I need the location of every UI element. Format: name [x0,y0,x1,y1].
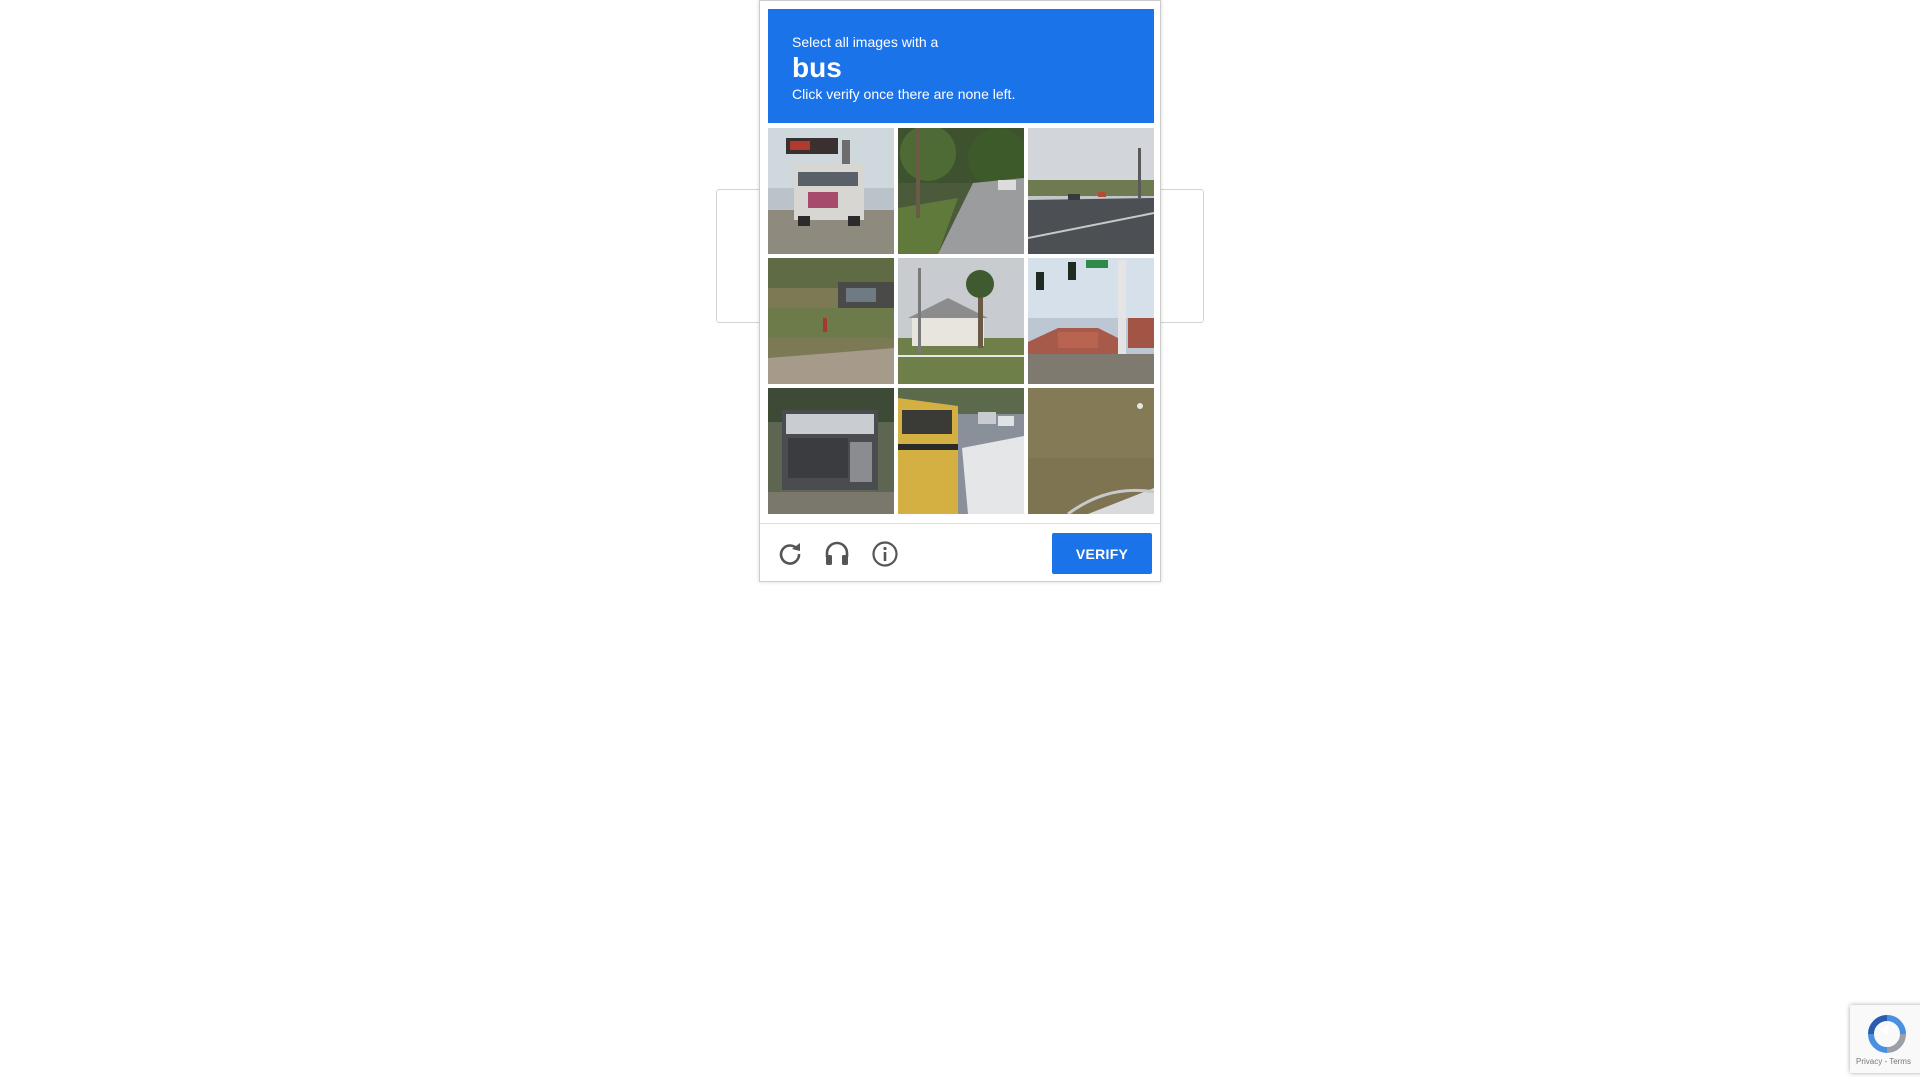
challenge-footer: VERIFY [760,523,1160,582]
instruction-text: Select all images with a [792,34,939,50]
tile-image-grass-car [1028,388,1154,514]
image-tile-5[interactable] [898,258,1024,384]
image-tile-6[interactable] [1028,258,1154,384]
tile-image-bus-parked [768,128,894,254]
image-tile-4[interactable] [768,258,894,384]
image-tile-2[interactable] [898,128,1024,254]
reload-icon[interactable] [776,540,804,568]
image-grid [768,128,1154,516]
tile-image-school-bus [898,388,1024,514]
info-icon[interactable] [871,540,899,568]
image-tile-9[interactable] [1028,388,1154,514]
challenge-header: Select all images with a bus Click verif… [768,9,1154,123]
headphones-icon[interactable] [823,540,851,568]
recaptcha-badge[interactable]: Privacy - Terms [1850,1005,1920,1073]
recaptcha-logo-icon [1868,1015,1906,1053]
tile-image-house-palm [898,258,1024,384]
tile-image-residential-road [898,128,1024,254]
image-tile-7[interactable] [768,388,894,514]
verify-button[interactable]: VERIFY [1052,533,1152,574]
tile-image-yard-truck [768,258,894,384]
recaptcha-challenge-popup: Select all images with a bus Click verif… [759,0,1161,582]
image-tile-8[interactable] [898,388,1024,514]
tile-image-highway [1028,128,1154,254]
tile-image-intersection [1028,258,1154,384]
tile-image-bus-rear [768,388,894,514]
instruction-subtext: Click verify once there are none left. [792,86,1016,102]
image-tile-3[interactable] [1028,128,1154,254]
target-object-label: bus [792,52,842,83]
privacy-terms-links[interactable]: Privacy - Terms [1856,1057,1911,1066]
image-tile-1[interactable] [768,128,894,254]
